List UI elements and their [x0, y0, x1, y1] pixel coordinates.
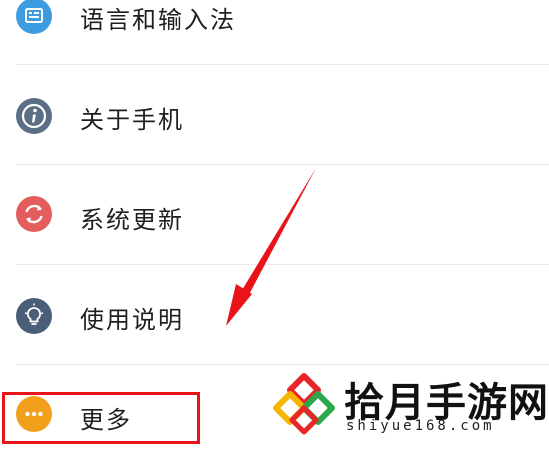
watermark: 拾月手游网 shiyue168.com [270, 368, 549, 438]
watermark-logo [273, 373, 335, 435]
watermark-subtitle: shiyue168.com [346, 418, 495, 434]
